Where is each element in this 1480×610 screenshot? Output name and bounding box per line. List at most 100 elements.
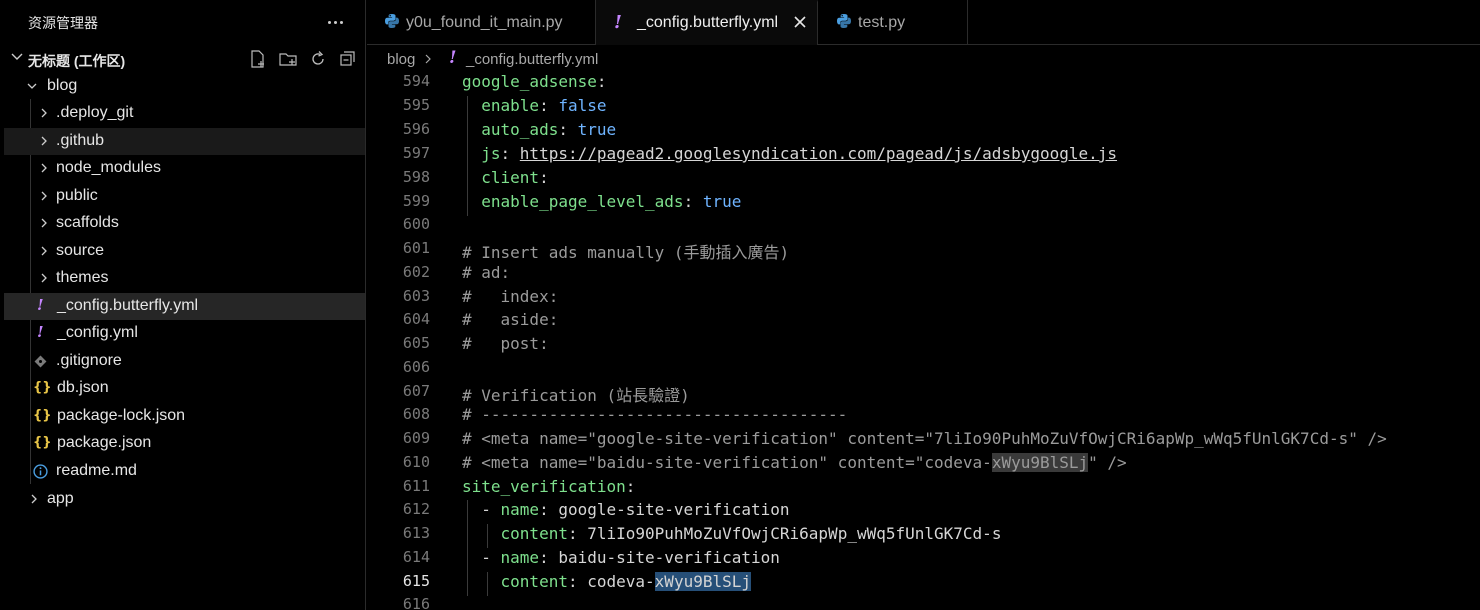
git-file-icon bbox=[34, 355, 47, 368]
code-comment: # aside: bbox=[462, 310, 559, 329]
line-number: 614 bbox=[402, 548, 430, 566]
tree-item-label: package.json bbox=[57, 434, 152, 451]
python-icon bbox=[837, 14, 851, 28]
code-line: enable: false bbox=[481, 96, 607, 115]
chevron-right-icon bbox=[41, 191, 47, 201]
tree-item-label: .gitignore bbox=[56, 352, 122, 369]
json-file-icon: {} bbox=[33, 380, 52, 395]
chevron-down-icon bbox=[11, 53, 23, 60]
tree-item-label: readme.md bbox=[56, 462, 137, 479]
code-comment: # ad: bbox=[462, 263, 511, 282]
chevron-down-icon bbox=[27, 83, 37, 89]
line-number: 601 bbox=[402, 239, 430, 257]
chevron-right-icon bbox=[41, 163, 47, 173]
breadcrumb-folder[interactable]: blog bbox=[387, 51, 415, 68]
tree-file-package-json[interactable]: {} package.json bbox=[4, 430, 365, 457]
chevron-right-icon bbox=[41, 218, 47, 228]
code-line: site_verification: bbox=[462, 477, 636, 496]
chevron-right-icon bbox=[31, 494, 37, 504]
code-comment: # <meta name="baidu-site-verification" c… bbox=[462, 453, 1127, 472]
tree-file-readme[interactable]: readme.md bbox=[4, 458, 365, 485]
tree-file-db-json[interactable]: {} db.json bbox=[4, 375, 365, 402]
new-folder-icon[interactable] bbox=[278, 49, 298, 69]
tree-file-gitignore[interactable]: .gitignore bbox=[4, 348, 365, 375]
code-comment: # Insert ads manually (手動插入廣告) bbox=[462, 243, 790, 262]
tree-item-label: .deploy_git bbox=[56, 104, 134, 121]
line-number: 616 bbox=[402, 595, 430, 610]
line-number: 611 bbox=[402, 477, 430, 495]
code-comment: # index: bbox=[462, 287, 559, 306]
search-highlight: xWyu9BlSLj bbox=[991, 453, 1089, 472]
tab-label: y0u_found_it_main.py bbox=[406, 14, 563, 31]
tree-folder-blog[interactable]: blog bbox=[4, 73, 365, 100]
chevron-right-icon bbox=[41, 246, 47, 256]
collapse-all-icon[interactable] bbox=[338, 49, 358, 69]
tree-item-label: db.json bbox=[57, 379, 109, 396]
code-line: - name: google-site-verification bbox=[462, 500, 790, 519]
python-icon bbox=[385, 14, 399, 28]
tree-item-label: package-lock.json bbox=[57, 407, 186, 424]
yaml-icon: ! bbox=[614, 12, 622, 33]
tab-config-butterfly[interactable]: ! _config.butterfly.yml bbox=[596, 0, 818, 45]
code-line: js: https://pagead2.googlesyndication.co… bbox=[481, 144, 1118, 163]
tree-item-label: scaffolds bbox=[56, 214, 119, 231]
tree-item-label: source bbox=[56, 242, 105, 259]
line-number: 596 bbox=[402, 120, 430, 138]
code-link: https://pagead2.googlesyndication.com/pa… bbox=[519, 144, 1118, 163]
more-actions-icon[interactable] bbox=[325, 14, 345, 30]
code-line-current: content: codeva-xWyu9BlSLj bbox=[500, 572, 751, 591]
tree-folder-themes[interactable]: themes bbox=[4, 265, 365, 292]
code-line: auto_ads: true bbox=[481, 120, 617, 139]
close-icon[interactable] bbox=[792, 14, 808, 30]
tab-test-py[interactable]: test.py bbox=[818, 0, 968, 45]
json-file-icon: {} bbox=[33, 408, 52, 423]
tree-folder-app[interactable]: app bbox=[4, 486, 365, 513]
line-number: 600 bbox=[402, 215, 430, 233]
chevron-right-icon bbox=[41, 273, 47, 283]
tree-item-label: blog bbox=[47, 77, 78, 94]
chevron-right-icon bbox=[41, 136, 47, 146]
line-number: 603 bbox=[402, 287, 430, 305]
refresh-icon[interactable] bbox=[308, 49, 328, 69]
tree-item-label: .github bbox=[56, 132, 105, 149]
tree-folder-source[interactable]: source bbox=[4, 238, 365, 265]
yaml-file-icon: ! bbox=[37, 296, 44, 314]
code-line: enable_page_level_ads: true bbox=[481, 192, 742, 211]
line-number: 595 bbox=[402, 96, 430, 114]
tab-y0u-found-it-main[interactable]: y0u_found_it_main.py bbox=[367, 0, 596, 45]
code-line: client: bbox=[481, 168, 549, 187]
selection-highlight: xWyu9BlSLj bbox=[654, 572, 751, 591]
tab-label: _config.butterfly.yml bbox=[637, 14, 779, 31]
new-file-icon[interactable] bbox=[248, 49, 268, 69]
tree-folder-public[interactable]: public bbox=[4, 183, 365, 210]
tree-folder-github[interactable]: .github bbox=[4, 128, 365, 155]
tree-folder-deploy-git[interactable]: .deploy_git bbox=[4, 100, 365, 127]
tree-folder-node-modules[interactable]: node_modules bbox=[4, 155, 365, 182]
chevron-right-icon bbox=[425, 54, 431, 64]
line-number: 607 bbox=[402, 382, 430, 400]
tree-item-label: _config.yml bbox=[57, 324, 138, 341]
line-number: 606 bbox=[402, 358, 430, 376]
breadcrumb-file[interactable]: _config.butterfly.yml bbox=[466, 51, 598, 68]
code-editor[interactable]: 594 595 596 597 598 599 600 601 602 603 … bbox=[367, 72, 1480, 610]
line-number: 612 bbox=[402, 500, 430, 518]
workspace-label: 无标题 (工作区) bbox=[28, 53, 126, 69]
tree-folder-scaffolds[interactable]: scaffolds bbox=[4, 210, 365, 237]
workspace-row[interactable]: 无标题 (工作区) bbox=[0, 45, 366, 72]
chevron-right-icon bbox=[41, 108, 47, 118]
code-comment: # Verification (站長驗證) bbox=[462, 386, 690, 405]
line-number: 602 bbox=[402, 263, 430, 281]
yaml-file-icon: ! bbox=[37, 323, 44, 341]
code-line: - name: baidu-site-verification bbox=[462, 548, 780, 567]
code-line: google_adsense: bbox=[462, 72, 607, 91]
code-comment: # post: bbox=[462, 334, 549, 353]
info-icon bbox=[33, 464, 48, 479]
tree-item-label: _config.butterfly.yml bbox=[57, 297, 199, 314]
tree-item-label: node_modules bbox=[56, 159, 161, 176]
code-comment: # <meta name="google-site-verification" … bbox=[462, 429, 1387, 448]
explorer-header: 资源管理器 bbox=[0, 0, 365, 45]
code-comment: # -------------------------------------- bbox=[462, 405, 848, 424]
tree-file-config[interactable]: ! _config.yml bbox=[4, 320, 365, 347]
tree-file-config-butterfly[interactable]: ! _config.butterfly.yml bbox=[4, 293, 365, 320]
tree-file-package-lock[interactable]: {} package-lock.json bbox=[4, 403, 365, 430]
